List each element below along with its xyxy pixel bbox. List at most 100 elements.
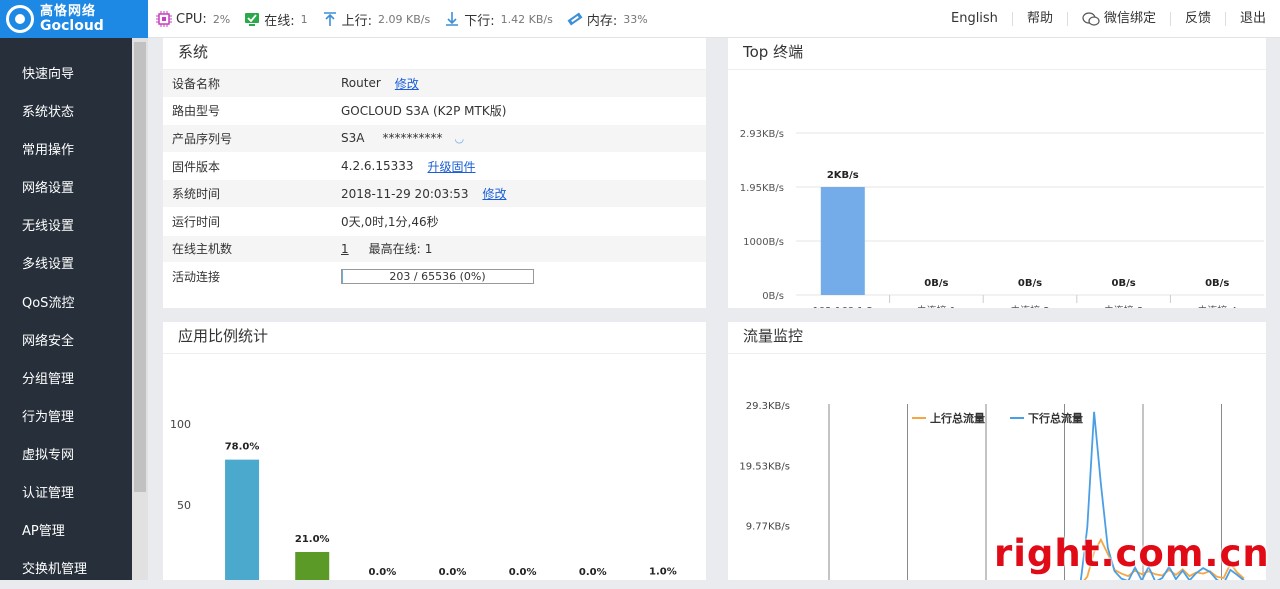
sidebar-item[interactable]: 行为管理 bbox=[0, 399, 148, 437]
top-terminal-chart: 0B/s 1000B/s 1.95KB/s 2.93KB/s 2KB/s 192.168.… bbox=[740, 129, 1264, 317]
active-conn-value: 203 / 65536 (0%) bbox=[389, 269, 486, 283]
sidebar-item[interactable]: 网络安全 bbox=[0, 323, 148, 361]
y-tick-label: 1000B/s bbox=[743, 237, 784, 248]
sidebar-item[interactable]: 快速向导 bbox=[0, 56, 148, 94]
sidebar-item[interactable]: AP管理 bbox=[0, 513, 148, 551]
legend-label: 下行总流量 bbox=[1028, 411, 1083, 425]
x-tick-label: 未连接 4 bbox=[1197, 304, 1237, 308]
help-link[interactable]: 帮助 bbox=[1011, 12, 1067, 26]
sidebar-item[interactable]: 无线设置 bbox=[0, 208, 148, 246]
memory-icon bbox=[567, 12, 583, 26]
active-conn-progress: 203 / 65536 (0%) bbox=[341, 268, 534, 284]
online-hosts-link[interactable]: 1 bbox=[341, 242, 349, 256]
uptime-key: 运行时间 bbox=[172, 214, 221, 229]
y-tick-label: 9.77KB/s bbox=[746, 522, 790, 533]
table-row: 系统时间 2018-11-29 20:03:53 修改 bbox=[163, 180, 706, 208]
y-tick-label: 19.53KB/s bbox=[739, 461, 790, 472]
bar-value-label: 21.0% bbox=[295, 534, 330, 545]
online-label: 在线: bbox=[264, 13, 295, 29]
sidebar-item[interactable]: 系统状态 bbox=[0, 94, 148, 132]
bar-value-label: 0B/s bbox=[1018, 278, 1042, 289]
bar bbox=[295, 551, 330, 586]
feedback-link[interactable]: 反馈 bbox=[1169, 12, 1225, 26]
bar-value-label: 0.0% bbox=[368, 567, 396, 578]
y-tick-label: 0B/s bbox=[762, 291, 784, 302]
logout-link[interactable]: 退出 bbox=[1224, 12, 1280, 26]
table-row: 路由型号 GOCLOUD S3A (K2P MTK版) bbox=[163, 98, 706, 126]
max-online-value: 1 bbox=[424, 241, 433, 256]
app-ratio-panel: 应用比例统计 05010078.0%未知协议21.0%常见应用0.0%P2P下载… bbox=[163, 322, 706, 589]
active-conn-key: 活动连接 bbox=[172, 269, 221, 284]
sidebar-menu: 快速向导 系统状态 常用操作 网络设置 无线设置 多线设置 QoS流控 网络安全 分组管理 行为管… bbox=[0, 56, 148, 589]
model-value: GOCLOUD S3A (K2P MTK版) bbox=[341, 104, 507, 119]
sidebar-item[interactable]: 虚拟专网 bbox=[0, 437, 148, 475]
bar-value-label: 1.0% bbox=[649, 566, 677, 577]
device-name-value: Router bbox=[341, 76, 381, 91]
firmware-key: 固件版本 bbox=[172, 159, 221, 174]
sidebar-item[interactable]: 网络设置 bbox=[0, 170, 148, 208]
sidebar-item[interactable]: QoS流控 bbox=[0, 285, 148, 323]
table-row: 活动连接 203 / 65536 (0%) bbox=[163, 263, 706, 291]
eye-closed-icon[interactable]: ◡ bbox=[454, 132, 464, 145]
sidebar: 快速向导 系统状态 常用操作 网络设置 无线设置 多线设置 QoS流控 网络安全 分组管理 行为管… bbox=[0, 38, 148, 580]
x-tick-label: 未连接 2 bbox=[1010, 304, 1050, 308]
sidebar-scrollbar-thumb[interactable] bbox=[134, 42, 146, 492]
legend-label: 上行总流量 bbox=[930, 411, 985, 425]
wechat-bind-link[interactable]: 微信绑定 bbox=[1066, 11, 1170, 26]
memory-label: 内存: bbox=[586, 13, 618, 29]
table-row: 运行时间 0天,0时,1分,46秒 bbox=[163, 208, 706, 236]
sidebar-item[interactable]: 分组管理 bbox=[0, 361, 148, 399]
bar-value-label: 0.0% bbox=[439, 567, 467, 578]
serial-masked: ********** bbox=[382, 131, 443, 146]
wechat-bind-label: 微信绑定 bbox=[1103, 11, 1156, 26]
traffic-title: 流量监控 bbox=[728, 322, 1266, 354]
watermark: right.com.cn bbox=[994, 532, 1270, 575]
x-tick-label: 192.168.1.2 bbox=[813, 306, 873, 308]
wechat-icon bbox=[1082, 12, 1100, 26]
serial-key: 产品序列号 bbox=[172, 131, 233, 146]
brand-logo[interactable]: 高恪网络 Gocloud bbox=[0, 0, 148, 38]
bar bbox=[820, 187, 865, 295]
upload-label: 上行: bbox=[341, 13, 373, 29]
model-key: 路由型号 bbox=[172, 104, 221, 119]
memory-value: 33% bbox=[623, 12, 648, 26]
sidebar-item[interactable]: 多线设置 bbox=[0, 246, 148, 284]
top-terminal-title: Top 终端 bbox=[728, 38, 1266, 70]
y-tick-label: 1.95KB/s bbox=[740, 183, 784, 194]
sidebar-item[interactable]: 常用操作 bbox=[0, 132, 148, 170]
online-hosts-key: 在线主机数 bbox=[172, 242, 233, 257]
max-online-label: 最高在线: bbox=[368, 242, 421, 257]
cpu-stat: CPU: 2% bbox=[156, 11, 230, 27]
system-time-value: 2018-11-29 20:03:53 bbox=[341, 186, 469, 201]
cloud-logo-icon bbox=[6, 5, 34, 33]
sidebar-item[interactable]: 认证管理 bbox=[0, 475, 148, 513]
cpu-value: 2% bbox=[212, 12, 231, 26]
language-link[interactable]: English bbox=[937, 12, 1012, 26]
y-tick-label: 100 bbox=[170, 418, 191, 431]
arrow-down-icon bbox=[446, 12, 459, 26]
table-row: 固件版本 4.2.6.15333 升级固件 bbox=[163, 153, 706, 181]
system-info-table: 设备名称 Router 修改 路由型号 GOCLOUD S3A (K2P MTK版… bbox=[163, 70, 706, 291]
online-stat: 在线: 1 bbox=[244, 10, 308, 29]
bar-value-label: 0B/s bbox=[924, 278, 948, 289]
top-terminal-panel: Top 终端 0B/s 1000B/s 1.95KB/s 2.93KB/s 2KB/s 1… bbox=[728, 38, 1266, 317]
bar bbox=[225, 459, 260, 586]
upgrade-firmware-link[interactable]: 升级固件 bbox=[428, 158, 476, 175]
sidebar-item[interactable]: 交换机管理 bbox=[0, 551, 148, 589]
edit-device-name-link[interactable]: 修改 bbox=[395, 75, 419, 92]
x-tick-label: 未连接 1 bbox=[917, 304, 957, 308]
y-tick-label: 29.3KB/s bbox=[746, 401, 790, 412]
table-row: 设备名称 Router 修改 bbox=[163, 70, 706, 98]
bar-value-label: 78.0% bbox=[225, 442, 260, 453]
progress-fill bbox=[342, 269, 343, 283]
bar-value-label: 0.0% bbox=[509, 567, 537, 578]
edit-time-link[interactable]: 修改 bbox=[482, 185, 506, 202]
top-bar: 高恪网络 Gocloud CPU: 2% 在线: 1 上行: 2.09 KB/s… bbox=[0, 0, 1280, 38]
top-links: English 帮助 微信绑定 反馈 退出 bbox=[937, 0, 1280, 38]
cpu-label: CPU: bbox=[176, 11, 207, 27]
x-tick-label: 未连接 3 bbox=[1104, 304, 1144, 308]
system-panel-title: 系统 bbox=[163, 38, 706, 70]
memory-stat: 内存: 33% bbox=[567, 10, 648, 29]
online-value: 1 bbox=[300, 12, 308, 26]
device-name-key: 设备名称 bbox=[172, 76, 221, 91]
